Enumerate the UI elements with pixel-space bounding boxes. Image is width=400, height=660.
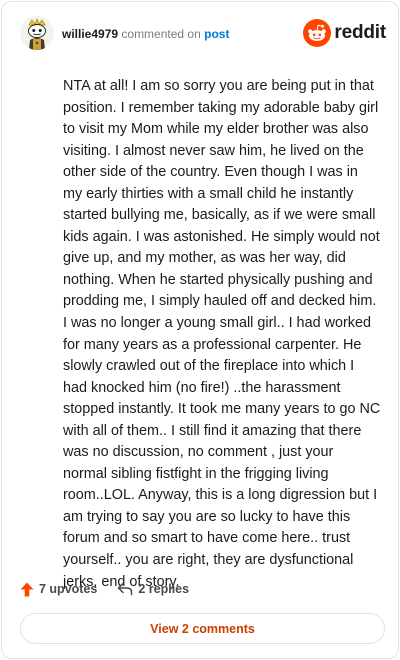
comment-card: willie4979 commented on post reddit NTA … [1, 1, 399, 659]
reddit-logo-icon [303, 19, 332, 47]
comment-body: NTA at all! I am so sorry you are being … [63, 78, 381, 590]
upvote-arrow-icon [20, 582, 34, 596]
snoo-avatar-icon [20, 16, 54, 50]
post-link[interactable]: post [204, 27, 229, 41]
view-comments-button[interactable]: View 2 comments [20, 613, 385, 644]
upvotes-count: 7 upvotes [39, 582, 98, 596]
user-avatar[interactable] [20, 16, 54, 50]
commented-on-text: commented on [121, 27, 201, 41]
reply-arrow-icon [118, 582, 133, 596]
reddit-wordmark: reddit [334, 22, 386, 43]
username-link[interactable]: willie4979 [62, 27, 118, 41]
comment-actions: 7 upvotes 2 replies [20, 578, 189, 600]
replies-count: 2 replies [138, 582, 190, 596]
comment-header: willie4979 commented on post reddit [20, 16, 386, 54]
comment-meta: willie4979 commented on post [62, 27, 229, 41]
upvotes-button[interactable]: 7 upvotes [20, 582, 97, 597]
replies-button[interactable]: 2 replies [117, 582, 189, 596]
reddit-brand[interactable]: reddit [303, 18, 386, 48]
